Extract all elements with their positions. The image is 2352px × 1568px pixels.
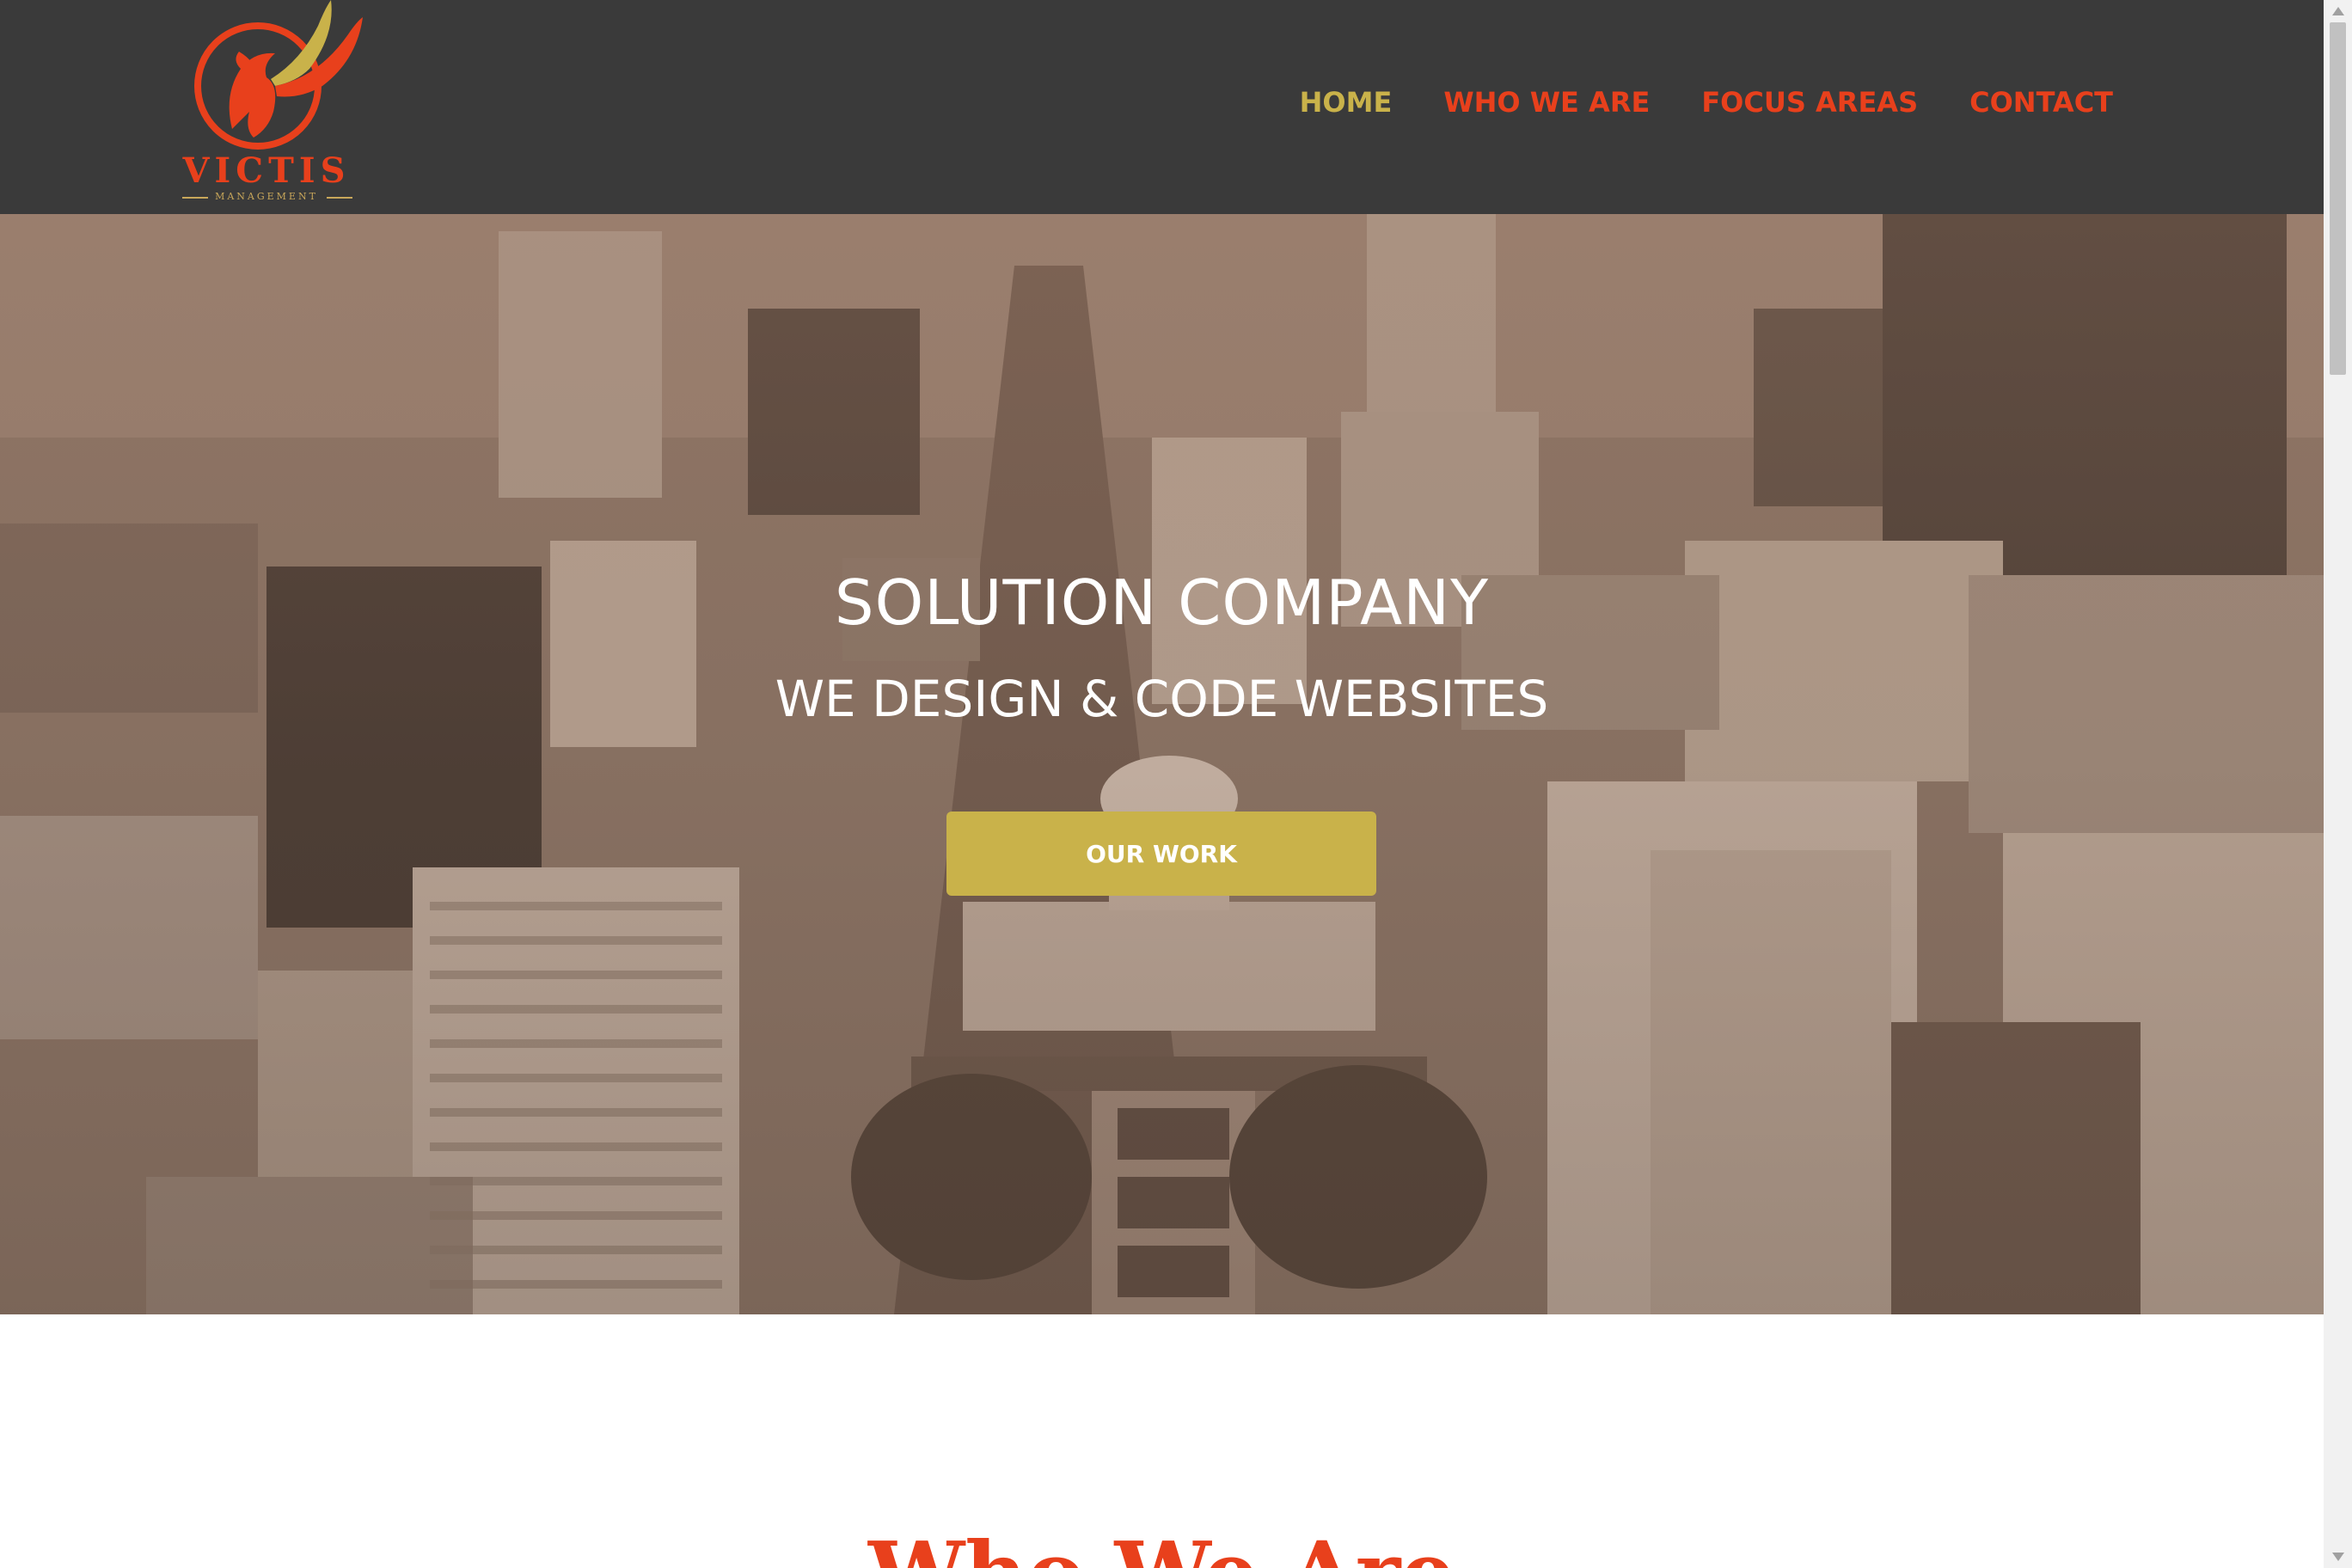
hero-title: SOLUTION COMPANY [834, 567, 1490, 639]
nav-contact[interactable]: CONTACT [1969, 86, 2113, 119]
scroll-down-icon[interactable] [2332, 1553, 2344, 1561]
brand-name: VICTIS [182, 150, 351, 191]
hero-section: SOLUTION COMPANY WE DESIGN & CODE WEBSIT… [0, 214, 2324, 1314]
pegasus-logo-icon [194, 0, 363, 150]
hero-subtitle: WE DESIGN & CODE WEBSITES [775, 670, 1549, 728]
main-nav: HOME WHO WE ARE FOCUS AREAS CONTACT [1300, 86, 2113, 119]
site-header: VICTIS MANAGEMENT HOME WHO WE ARE FOCUS … [0, 0, 2324, 214]
nav-home[interactable]: HOME [1300, 86, 1393, 119]
nav-who-we-are[interactable]: WHO WE ARE [1443, 86, 1650, 119]
scroll-up-icon[interactable] [2332, 7, 2344, 15]
nav-focus-areas[interactable]: FOCUS AREAS [1701, 86, 1918, 119]
who-we-are-heading: Who We Are [0, 1530, 2324, 1568]
brand-logo[interactable]: VICTIS MANAGEMENT [172, 0, 387, 206]
scroll-thumb[interactable] [2330, 22, 2346, 375]
vertical-scrollbar[interactable] [2324, 0, 2352, 1568]
our-work-button[interactable]: OUR WORK [946, 812, 1376, 896]
hero-overlay [0, 214, 2324, 1314]
logo-divider-right [327, 197, 352, 199]
